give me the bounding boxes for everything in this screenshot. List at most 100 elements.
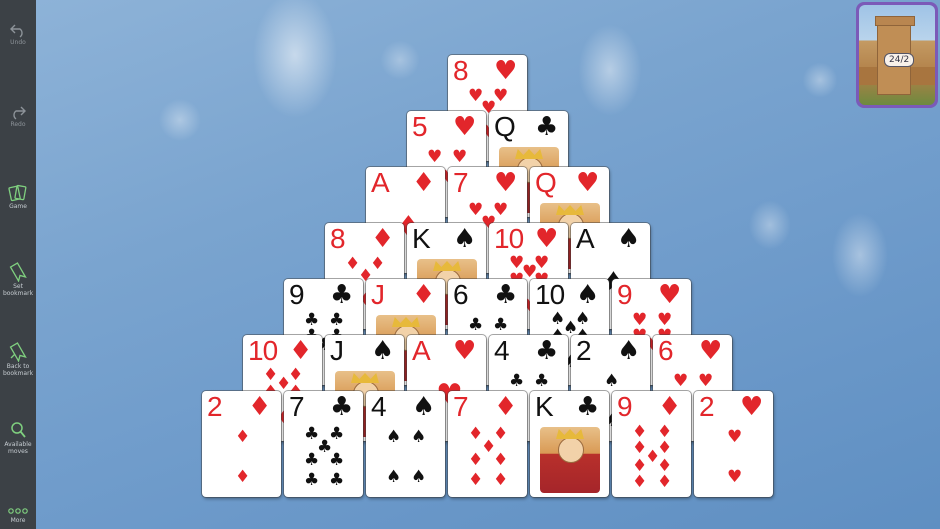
card-pip-icon: ♥	[698, 371, 714, 391]
card-pip-icon: ♦	[235, 467, 251, 487]
card-pip-icon: ♠	[411, 467, 427, 487]
card-suit-icon: ♥	[576, 168, 600, 198]
card-suit-icon: ♦	[412, 280, 436, 310]
set-bookmark-button[interactable]: Set bookmark	[0, 262, 36, 297]
card-pip-icon: ♦	[468, 450, 484, 470]
card-suit-icon: ♦	[412, 168, 436, 198]
level-counter: 24/2	[884, 53, 915, 67]
card-suit-icon: ♦	[289, 336, 313, 366]
card-rank: 8	[330, 223, 346, 254]
card-pip-icon: ♣	[329, 450, 345, 470]
card-pip-icon: ♦	[493, 450, 509, 470]
card-rank: 9	[289, 279, 305, 310]
bookmark-back-icon	[9, 342, 27, 362]
card-pip-icon: ♣	[304, 450, 320, 470]
card-rank: A	[576, 223, 595, 254]
card-suit-icon: ♦	[494, 392, 518, 422]
available-moves-button[interactable]: Available moves	[0, 420, 36, 455]
card-rank: 4	[494, 335, 510, 366]
card-rank: A	[371, 167, 390, 198]
card-pip-icon: ♥	[673, 371, 689, 391]
card-rank: K	[412, 223, 431, 254]
card-pip-icon: ♦	[493, 470, 509, 490]
castle-image: 24/2	[859, 5, 935, 105]
more-button[interactable]: More	[0, 506, 36, 524]
game-label: Game	[9, 203, 27, 210]
card-rank: 4	[371, 391, 387, 422]
playing-card[interactable]: 9 ♦ ♦ ♦ ♦ ♦ ♦ ♦ ♦ ♦ ♦	[612, 391, 691, 497]
card-suit-icon: ♣	[330, 280, 354, 310]
card-rank: 9	[617, 279, 633, 310]
card-suit-icon: ♣	[576, 392, 600, 422]
game-button[interactable]: Game	[0, 184, 36, 210]
card-pip-icon: ♦	[657, 472, 673, 492]
card-rank: Q	[494, 111, 516, 142]
level-badge[interactable]: 24/2	[856, 2, 938, 108]
card-suit-icon: ♠	[371, 336, 395, 366]
card-pip-icon: ♣	[534, 371, 550, 391]
card-rank: 9	[617, 391, 633, 422]
playing-card[interactable]: K ♣	[530, 391, 609, 497]
card-suit-icon: ♣	[535, 112, 559, 142]
card-rank: 10	[248, 335, 278, 366]
bookmark-set-icon	[9, 262, 27, 282]
card-suit-icon: ♥	[453, 112, 477, 142]
set-bookmark-label: Set bookmark	[2, 283, 34, 297]
redo-button[interactable]: Redo	[0, 104, 36, 128]
card-suit-icon: ♣	[535, 336, 559, 366]
card-suit-icon: ♦	[248, 392, 272, 422]
card-pip-icon: ♦	[468, 470, 484, 490]
card-pip-icon: ♣	[493, 315, 509, 335]
available-moves-label: Available moves	[4, 441, 32, 455]
card-suit-icon: ♥	[453, 336, 477, 366]
undo-button[interactable]: Undo	[0, 22, 36, 46]
redo-label: Redo	[10, 121, 26, 128]
card-suit-icon: ♠	[617, 224, 641, 254]
card-pip-icon: ♦	[632, 472, 648, 492]
card-rank: 10	[535, 279, 565, 310]
card-suit-icon: ♣	[494, 280, 518, 310]
magnifier-icon	[11, 422, 26, 438]
card-suit-icon: ♣	[330, 392, 354, 422]
card-rank: 5	[412, 111, 428, 142]
card-suit-icon: ♥	[494, 56, 518, 86]
playing-card[interactable]: 2 ♥ ♥ ♥	[694, 391, 773, 497]
undo-icon	[10, 24, 23, 38]
card-suit-icon: ♥	[740, 392, 764, 422]
sidebar: Undo Redo Game Set bookmark Back to book…	[0, 0, 36, 529]
card-rank: 2	[207, 391, 223, 422]
card-rank: Q	[535, 167, 557, 198]
card-suit-icon: ♠	[412, 392, 436, 422]
card-pip-icon: ♦	[235, 427, 251, 447]
card-rank: J	[330, 335, 344, 366]
card-suit-icon: ♦	[371, 224, 395, 254]
card-pip-icon: ♠	[411, 427, 427, 447]
card-pip-icon: ♣	[509, 371, 525, 391]
card-rank: 10	[494, 223, 524, 254]
card-pip-icon: ♥	[427, 147, 443, 167]
card-rank: 7	[289, 391, 305, 422]
card-rank: 2	[699, 391, 715, 422]
card-rank: 2	[576, 335, 592, 366]
card-suit-icon: ♠	[453, 224, 477, 254]
card-pip-icon: ♣	[329, 470, 345, 490]
playing-card[interactable]: 7 ♦ ♦ ♦ ♦ ♦ ♦ ♦ ♦	[448, 391, 527, 497]
playing-card[interactable]: 2 ♦ ♦ ♦	[202, 391, 281, 497]
card-pip-icon: ♣	[468, 315, 484, 335]
back-to-bookmark-button[interactable]: Back to bookmark	[0, 342, 36, 377]
cards-icon	[8, 184, 27, 202]
card-suit-icon: ♠	[576, 280, 600, 310]
card-rank: 6	[453, 279, 469, 310]
card-rank: A	[412, 335, 431, 366]
more-dots-icon	[8, 508, 28, 514]
card-pip-icon: ♥	[727, 427, 743, 447]
card-pip-icon: ♣	[304, 470, 320, 490]
back-to-bookmark-label: Back to bookmark	[2, 363, 34, 377]
card-suit-icon: ♥	[658, 280, 682, 310]
card-rank: 7	[453, 167, 469, 198]
playing-card[interactable]: 7 ♣ ♣ ♣ ♣ ♣ ♣ ♣ ♣	[284, 391, 363, 497]
more-label: More	[10, 517, 26, 524]
card-pip-icon: ♥	[727, 467, 743, 487]
playing-card[interactable]: 4 ♠ ♠ ♠ ♠ ♠	[366, 391, 445, 497]
card-rank: 7	[453, 391, 469, 422]
